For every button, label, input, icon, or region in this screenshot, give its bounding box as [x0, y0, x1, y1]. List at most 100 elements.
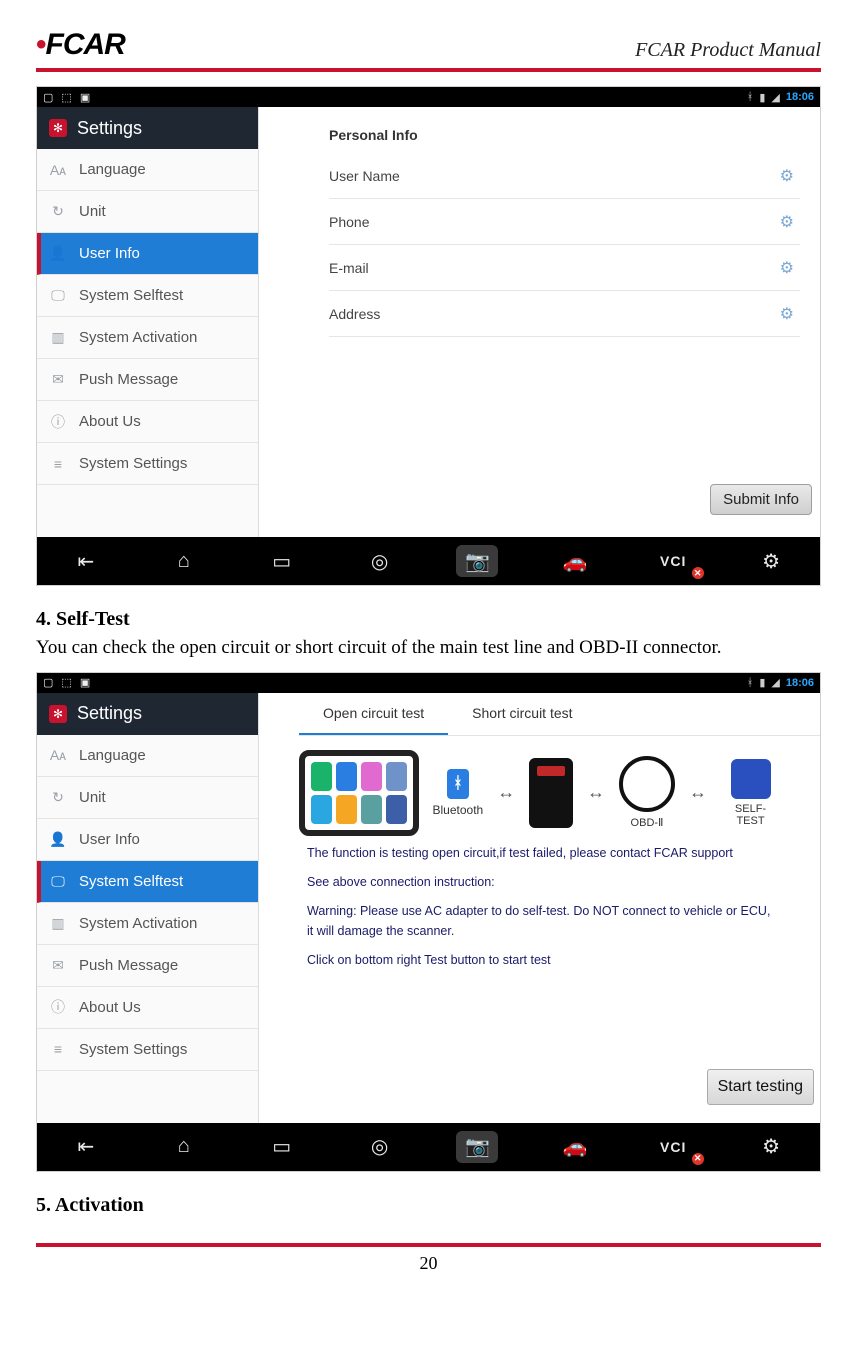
language-icon: Aᴀ: [49, 747, 67, 763]
obd-cable-icon: [619, 756, 675, 812]
vci-error-badge: ✕: [692, 1153, 704, 1165]
sidebar-item-unit[interactable]: ↻ Unit: [37, 191, 258, 233]
unit-icon: ↻: [49, 203, 67, 220]
nav-recent-icon[interactable]: ▭: [261, 545, 303, 577]
sidebar-item-push[interactable]: ✉Push Message: [37, 359, 258, 401]
about-icon: ⓘ: [49, 412, 67, 432]
sidebar-item-selftest[interactable]: 🖵System Selftest: [37, 275, 258, 317]
row-address[interactable]: Address⚙: [329, 291, 800, 337]
desc-line: Click on bottom right Test button to sta…: [307, 951, 772, 970]
sidebar-item-label: Push Message: [79, 371, 178, 388]
nav-settings-icon[interactable]: ⚙: [750, 545, 792, 577]
syssettings-icon: ≡: [49, 1041, 67, 1057]
sidebar-item-label: About Us: [79, 413, 141, 430]
status-icon: ▢: [43, 91, 53, 104]
desc-line: The function is testing open circuit,if …: [307, 844, 772, 863]
panel-title: Personal Info: [329, 127, 800, 143]
gear-icon[interactable]: ⚙: [780, 166, 800, 186]
desc-line: See above connection instruction:: [307, 873, 772, 892]
signal-icon: ◢: [771, 91, 779, 104]
fcar-logo: •FCAR: [36, 28, 125, 62]
nav-car-icon[interactable]: 🚗: [554, 545, 596, 577]
battery-icon: ▮: [759, 91, 765, 104]
sidebar-item-user-info[interactable]: 👤User Info: [37, 819, 258, 861]
battery-icon: ▮: [759, 676, 765, 689]
obd-label: OBD-Ⅱ: [631, 816, 664, 829]
sidebar-item-push[interactable]: ✉Push Message: [37, 945, 258, 987]
nav-browser-icon[interactable]: ◎: [359, 545, 401, 577]
sidebar-item-label: System Settings: [79, 455, 187, 472]
tablet-device-icon: [299, 750, 419, 836]
nav-back-icon[interactable]: ⇤: [65, 545, 107, 577]
settings-app-icon: [49, 705, 67, 723]
tab-open-circuit[interactable]: Open circuit test: [299, 693, 448, 735]
status-icon: ▣: [80, 676, 90, 689]
sidebar-item-about[interactable]: ⓘ About Us: [37, 401, 258, 443]
sidebar-item-about[interactable]: ⓘAbout Us: [37, 987, 258, 1029]
nav-vci-icon[interactable]: VCI✕: [652, 1131, 694, 1163]
status-icon: ⬚: [61, 91, 71, 104]
tab-short-circuit[interactable]: Short circuit test: [448, 693, 596, 735]
nav-camera-icon[interactable]: 📷: [456, 545, 498, 577]
nav-vci-icon[interactable]: VCI✕: [652, 545, 694, 577]
sidebar-title: Settings: [77, 703, 142, 724]
sidebar-item-activation[interactable]: ▥System Activation: [37, 317, 258, 359]
row-username[interactable]: User Name ⚙: [329, 153, 800, 199]
settings-app-icon: [49, 119, 67, 137]
gear-icon[interactable]: ⚙: [780, 212, 800, 232]
sidebar-item-activation[interactable]: ▥ System Activation: [37, 903, 258, 945]
manual-title: FCAR Product Manual: [635, 39, 821, 62]
nav-home-icon[interactable]: ⌂: [163, 545, 205, 577]
section-5-heading: 5. Activation: [36, 1194, 821, 1217]
sidebar-item-label: Unit: [79, 789, 106, 806]
nav-camera-icon[interactable]: 📷: [456, 1131, 498, 1163]
sidebar-item-syssettings[interactable]: ≡ System Settings: [37, 1029, 258, 1071]
sidebar-item-syssettings[interactable]: ≡System Settings: [37, 443, 258, 485]
nav-home-icon[interactable]: ⌂: [163, 1131, 205, 1163]
sidebar-item-label: Unit: [79, 203, 106, 220]
start-testing-button[interactable]: Start testing: [707, 1069, 814, 1105]
row-label: User Name: [329, 168, 400, 184]
selftest-plug-icon: [731, 759, 771, 799]
arrow-icon: ↔: [497, 782, 515, 803]
sidebar-item-user-info[interactable]: 👤User Info: [37, 233, 258, 275]
nav-browser-icon[interactable]: ◎: [359, 1131, 401, 1163]
sidebar-item-label: System Selftest: [79, 287, 183, 304]
sidebar-item-label: User Info: [79, 245, 140, 262]
selftest-tabs: Open circuit test Short circuit test: [299, 693, 820, 736]
status-icon: ▣: [80, 91, 90, 104]
selftest-panel: Open circuit test Short circuit test ᚼ B…: [259, 693, 820, 1123]
arrow-icon: ↔: [689, 782, 707, 803]
sidebar-item-language[interactable]: Aᴀ Language: [37, 735, 258, 777]
sidebar-item-unit[interactable]: ↻Unit: [37, 777, 258, 819]
nav-recent-icon[interactable]: ▭: [261, 1131, 303, 1163]
android-status-bar: ▢ ⬚ ▣ ᚼ ▮ ◢ 18:06: [37, 673, 820, 693]
activation-icon: ▥: [49, 915, 67, 932]
sidebar-item-label: User Info: [79, 831, 140, 848]
bluetooth-icon: ᚼ: [747, 677, 754, 689]
sidebar-item-label: Language: [79, 161, 146, 178]
sidebar-item-label: Language: [79, 747, 146, 764]
sidebar-header: Settings: [37, 107, 258, 149]
gear-icon[interactable]: ⚙: [780, 304, 800, 324]
sidebar-item-label: About Us: [79, 999, 141, 1016]
vci-device-icon: [529, 758, 573, 828]
gear-icon[interactable]: ⚙: [780, 258, 800, 278]
sidebar-item-selftest[interactable]: 🖵System Selftest: [37, 861, 258, 903]
nav-settings-icon[interactable]: ⚙: [750, 1131, 792, 1163]
android-nav-bar: ⇤ ⌂ ▭ ◎ 📷 🚗 VCI✕ ⚙: [37, 537, 820, 585]
nav-car-icon[interactable]: 🚗: [554, 1131, 596, 1163]
selftest-description: The function is testing open circuit,if …: [307, 844, 772, 971]
desc-warning: Warning: Please use AC adapter to do sel…: [307, 902, 772, 941]
sidebar-item-label: System Activation: [79, 329, 197, 346]
section-4-paragraph: You can check the open circuit or short …: [36, 635, 821, 662]
sidebar-item-label: System Settings: [79, 1041, 187, 1058]
row-phone[interactable]: Phone⚙: [329, 199, 800, 245]
bluetooth-icon: ᚼ: [447, 769, 469, 799]
connection-diagram: ᚼ Bluetooth ↔ ↔ OBD-Ⅱ ↔ SELF-TEST: [299, 750, 780, 836]
submit-info-button[interactable]: Submit Info: [710, 484, 812, 515]
nav-back-icon[interactable]: ⇤: [65, 1131, 107, 1163]
sidebar-item-label: System Activation: [79, 915, 197, 932]
row-email[interactable]: E-mail⚙: [329, 245, 800, 291]
sidebar-item-language[interactable]: AᴀLanguage: [37, 149, 258, 191]
